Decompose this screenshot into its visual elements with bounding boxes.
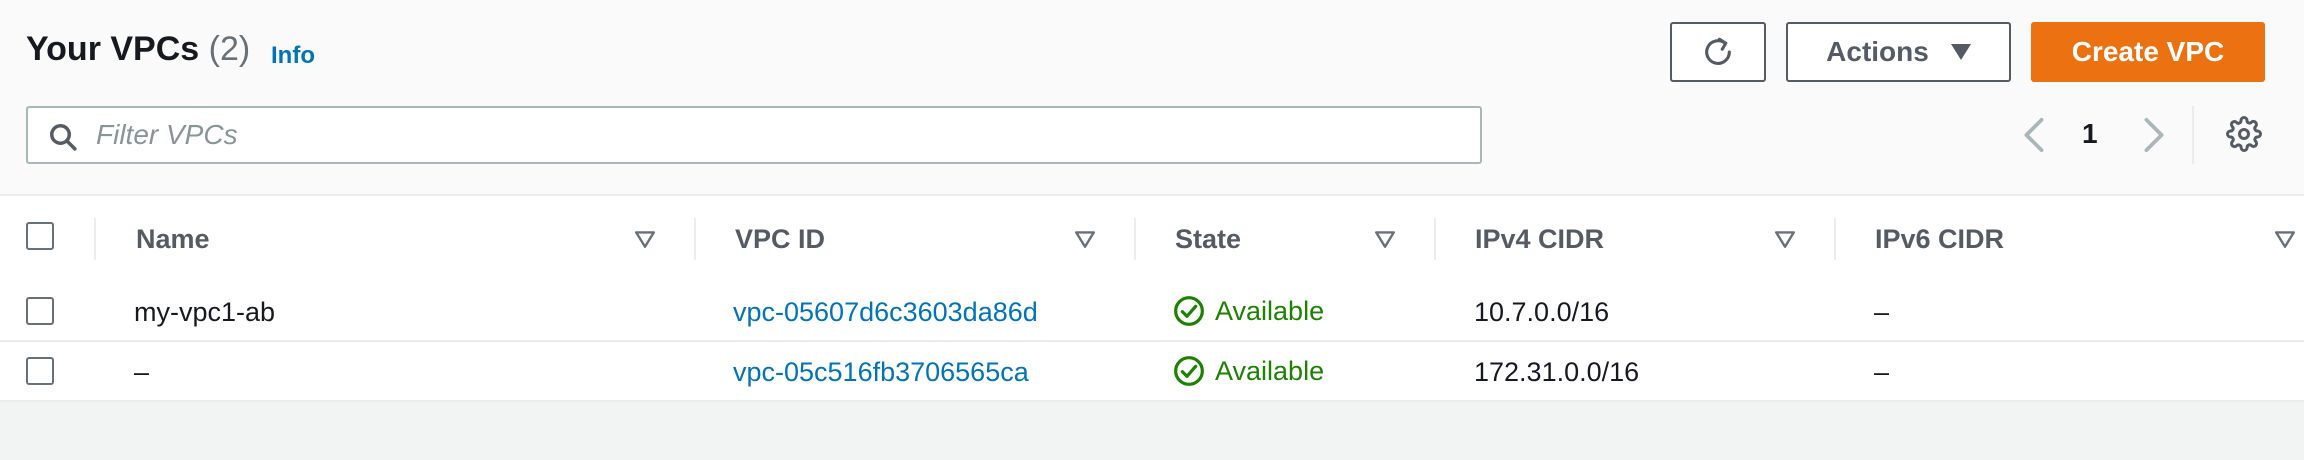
vpc-count: (2): [208, 30, 251, 68]
actions-button[interactable]: Actions: [1786, 22, 2011, 82]
pagination-divider: [2192, 106, 2194, 164]
column-divider[interactable]: [694, 218, 696, 260]
table-header-area: Your VPCs (2) Info Actions Create VPC Fi…: [0, 0, 2304, 260]
check-circle-icon: [1174, 356, 1204, 386]
state-label: Available: [1215, 295, 1325, 326]
column-header-ipv6-cidr[interactable]: IPv6 CIDR: [1875, 224, 2004, 255]
vpc-id-link[interactable]: vpc-05c516fb3706565ca: [733, 357, 1029, 388]
select-all-checkbox[interactable]: [26, 222, 54, 250]
row-checkbox[interactable]: [26, 357, 54, 385]
row-checkbox[interactable]: [26, 297, 54, 325]
column-header-name[interactable]: Name: [136, 224, 210, 255]
sort-icon[interactable]: [2274, 228, 2296, 250]
column-divider: [94, 218, 96, 260]
caret-down-icon: [1950, 44, 1971, 60]
filter-field[interactable]: [26, 106, 1482, 164]
title-text: Your VPCs: [26, 30, 200, 68]
chevron-left-icon[interactable]: [2020, 116, 2048, 154]
refresh-button[interactable]: [1670, 22, 1766, 82]
current-page[interactable]: 1: [2082, 118, 2098, 150]
sort-icon[interactable]: [1774, 228, 1796, 250]
state-label: Available: [1215, 355, 1325, 386]
vpc-state: Available: [1173, 355, 1324, 387]
sort-icon[interactable]: [1374, 228, 1396, 250]
check-circle-icon: [1174, 296, 1204, 326]
column-divider[interactable]: [1134, 218, 1136, 260]
gear-icon[interactable]: [2226, 116, 2262, 152]
table-row[interactable]: – vpc-05c516fb3706565ca Available 172.31…: [0, 342, 2304, 402]
info-link[interactable]: Info: [271, 42, 315, 70]
sort-icon[interactable]: [1074, 228, 1096, 250]
search-icon: [50, 124, 77, 151]
vpc-name: my-vpc1-ab: [134, 297, 276, 327]
ipv4-cidr: 10.7.0.0/16: [1474, 297, 1610, 327]
column-header-state[interactable]: State: [1175, 224, 1241, 255]
filter-input[interactable]: [96, 114, 1466, 156]
chevron-right-icon[interactable]: [2140, 116, 2168, 154]
vpc-name: –: [134, 357, 150, 387]
create-vpc-label: Create VPC: [2071, 36, 2225, 67]
ipv6-cidr: –: [1874, 297, 1890, 327]
vpc-table-panel: Your VPCs (2) Info Actions Create VPC Fi…: [0, 0, 2304, 402]
column-divider[interactable]: [1834, 218, 1836, 260]
column-header-vpc-id[interactable]: VPC ID: [735, 224, 825, 255]
page-title: Your VPCs (2): [26, 30, 250, 69]
refresh-icon: [1705, 37, 1731, 65]
column-header-ipv4-cidr[interactable]: IPv4 CIDR: [1475, 224, 1604, 255]
actions-label: Actions: [1826, 36, 1929, 67]
ipv4-cidr: 172.31.0.0/16: [1474, 357, 1640, 387]
ipv6-cidr: –: [1874, 357, 1890, 387]
vpc-id-link[interactable]: vpc-05607d6c3603da86d: [733, 297, 1038, 328]
page-background: [0, 404, 2304, 460]
vpc-state: Available: [1173, 295, 1324, 327]
create-vpc-button[interactable]: Create VPC: [2031, 22, 2265, 82]
column-divider[interactable]: [1434, 218, 1436, 260]
table-row[interactable]: my-vpc1-ab vpc-05607d6c3603da86d Availab…: [0, 282, 2304, 342]
sort-icon[interactable]: [634, 228, 656, 250]
